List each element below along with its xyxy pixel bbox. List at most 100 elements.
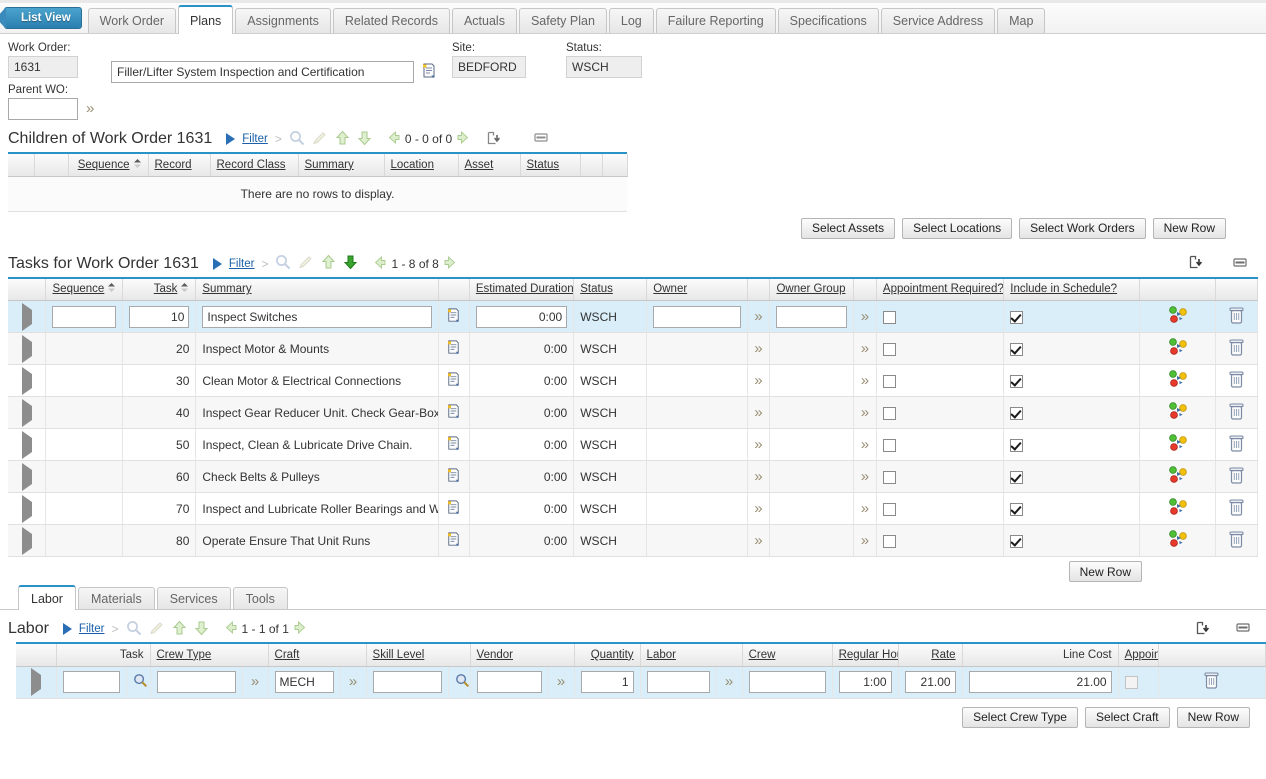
labor-crew-type-input[interactable] [156,671,236,693]
task-include-cell[interactable] [1003,524,1140,557]
owner-detail-menu-icon[interactable]: » [754,436,762,453]
task-delete-cell[interactable] [1215,492,1258,525]
select-craft-button[interactable]: Select Craft [1084,706,1170,728]
labor-crew-type-detail-cell[interactable]: » [242,666,269,699]
delete-trash-icon[interactable] [1228,434,1245,456]
task-owner-group-detail-cell[interactable]: » [853,492,877,525]
collapse-section-icon[interactable] [534,132,548,146]
task-owner-group-detail-cell[interactable]: » [853,460,877,493]
site-input[interactable] [452,56,526,78]
task-delete-cell[interactable] [1215,524,1258,557]
task-duration-cell[interactable] [469,300,575,333]
download-icon[interactable] [1189,255,1203,272]
expand-filter-icon[interactable] [62,623,72,635]
appointment-required-checkbox[interactable] [882,534,896,548]
row-expander-cell[interactable] [8,524,47,557]
owner-group-detail-menu-icon[interactable]: » [861,308,869,325]
labor-quantity-input[interactable] [580,671,634,693]
task-owner-group-detail-cell[interactable]: » [853,524,877,557]
status-indicator-icon[interactable] [1167,498,1189,519]
labor-crew-cell[interactable] [742,666,833,699]
tab-plans[interactable]: Plans [178,5,234,34]
task-longdesc-cell[interactable] [438,300,470,333]
task-summary-cell[interactable] [195,300,439,333]
labor-col-labor[interactable]: Labor [640,644,743,667]
labor-col-appointment-required[interactable]: Appointment Required? [1118,644,1159,667]
children-filter-link[interactable]: Filter [242,133,268,145]
tasks-new-row-button[interactable]: New Row [1068,561,1142,582]
next-chevron-icon[interactable]: > [261,257,268,271]
owner-group-detail-menu-icon[interactable]: » [861,468,869,485]
task-status-icon-cell[interactable] [1139,364,1217,397]
list-view-button[interactable]: List View [4,7,82,29]
row-expander-cell[interactable] [8,428,47,461]
row-expander-cell[interactable] [8,492,47,525]
labor-skill-level-lookup-cell[interactable] [448,666,471,699]
include-in-schedule-checkbox[interactable] [1010,502,1024,516]
task-owner-group-detail-cell[interactable]: » [853,428,877,461]
tab-service-address[interactable]: Service Address [880,8,996,33]
task-include-cell[interactable] [1003,492,1140,525]
task-longdesc-cell[interactable] [438,492,470,525]
task-appointment-cell[interactable] [876,300,1005,333]
owner-detail-menu-icon[interactable]: » [754,468,762,485]
labor-col-rate[interactable]: Rate [898,644,963,667]
labor-col-regular-hours[interactable]: Regular Hours [832,644,899,667]
task-number-input[interactable] [129,305,190,328]
labor-crew-input[interactable] [748,671,826,693]
move-down-icon[interactable] [194,620,209,639]
table-row[interactable]: WSCH » » [8,300,1258,333]
select-locations-button[interactable]: Select Locations [902,217,1013,239]
children-col-asset[interactable]: Asset [458,154,521,177]
delete-trash-icon[interactable] [1228,530,1245,552]
search-icon[interactable] [133,674,148,691]
labor-vendor-input[interactable] [476,671,542,693]
task-delete-cell[interactable] [1215,396,1258,429]
task-owner-group-input[interactable] [776,305,847,328]
labor-labor-cell[interactable] [640,666,717,699]
tasks-col-include-in-schedule[interactable]: Include in Schedule? [1003,278,1140,301]
task-owner-group-cell[interactable] [769,300,854,333]
labor-col-vendor[interactable]: Vendor [470,644,575,667]
task-include-cell[interactable] [1003,396,1140,429]
task-include-cell[interactable] [1003,428,1140,461]
row-expand-icon[interactable] [21,334,32,363]
task-status-icon-cell[interactable] [1139,396,1217,429]
subtab-tools[interactable]: Tools [232,587,288,609]
row-expand-icon[interactable] [21,430,32,459]
table-row[interactable]: 20 Inspect Motor & Mounts 0:00 WSCH » » [8,332,1258,365]
labor-labor-input[interactable] [646,671,710,693]
task-owner-detail-cell[interactable]: » [747,492,771,525]
collapse-section-icon[interactable] [1233,257,1247,271]
task-owner-input[interactable] [653,305,741,328]
long-description-icon[interactable] [445,467,462,487]
long-description-icon[interactable] [445,531,462,551]
long-description-icon[interactable] [420,62,438,83]
labor-appointment-required-checkbox[interactable] [1124,676,1138,690]
labor-col-skill-level[interactable]: Skill Level [366,644,471,667]
status-indicator-icon[interactable] [1167,466,1189,487]
labor-task-lookup-cell[interactable] [126,666,151,699]
search-icon[interactable] [126,620,142,639]
labor-labor-detail-cell[interactable]: » [716,666,743,699]
labor-rate-input[interactable] [904,671,956,693]
labor-craft-cell[interactable] [268,666,341,699]
tasks-filter-link[interactable]: Filter [229,258,255,270]
labor-col-quantity[interactable]: Quantity [574,644,641,667]
include-in-schedule-checkbox[interactable] [1010,438,1024,452]
delete-trash-icon[interactable] [1228,306,1245,328]
row-expander-cell[interactable] [8,396,47,429]
labor-crew-type-cell[interactable] [150,666,243,699]
labor-vendor-cell[interactable] [470,666,549,699]
delete-trash-icon[interactable] [1228,338,1245,360]
table-row[interactable]: 60 Check Belts & Pulleys 0:00 WSCH » » [8,460,1258,493]
tab-related-records[interactable]: Related Records [332,8,450,33]
children-col-sequence[interactable]: Sequence [68,154,149,177]
task-owner-detail-cell[interactable]: » [747,396,771,429]
search-icon[interactable] [455,674,470,691]
row-expand-icon[interactable] [21,302,32,331]
include-in-schedule-checkbox[interactable] [1010,534,1024,548]
children-col-record-class[interactable]: Record Class [210,154,299,177]
task-include-cell[interactable] [1003,364,1140,397]
labor-vendor-detail-cell[interactable]: » [548,666,575,699]
